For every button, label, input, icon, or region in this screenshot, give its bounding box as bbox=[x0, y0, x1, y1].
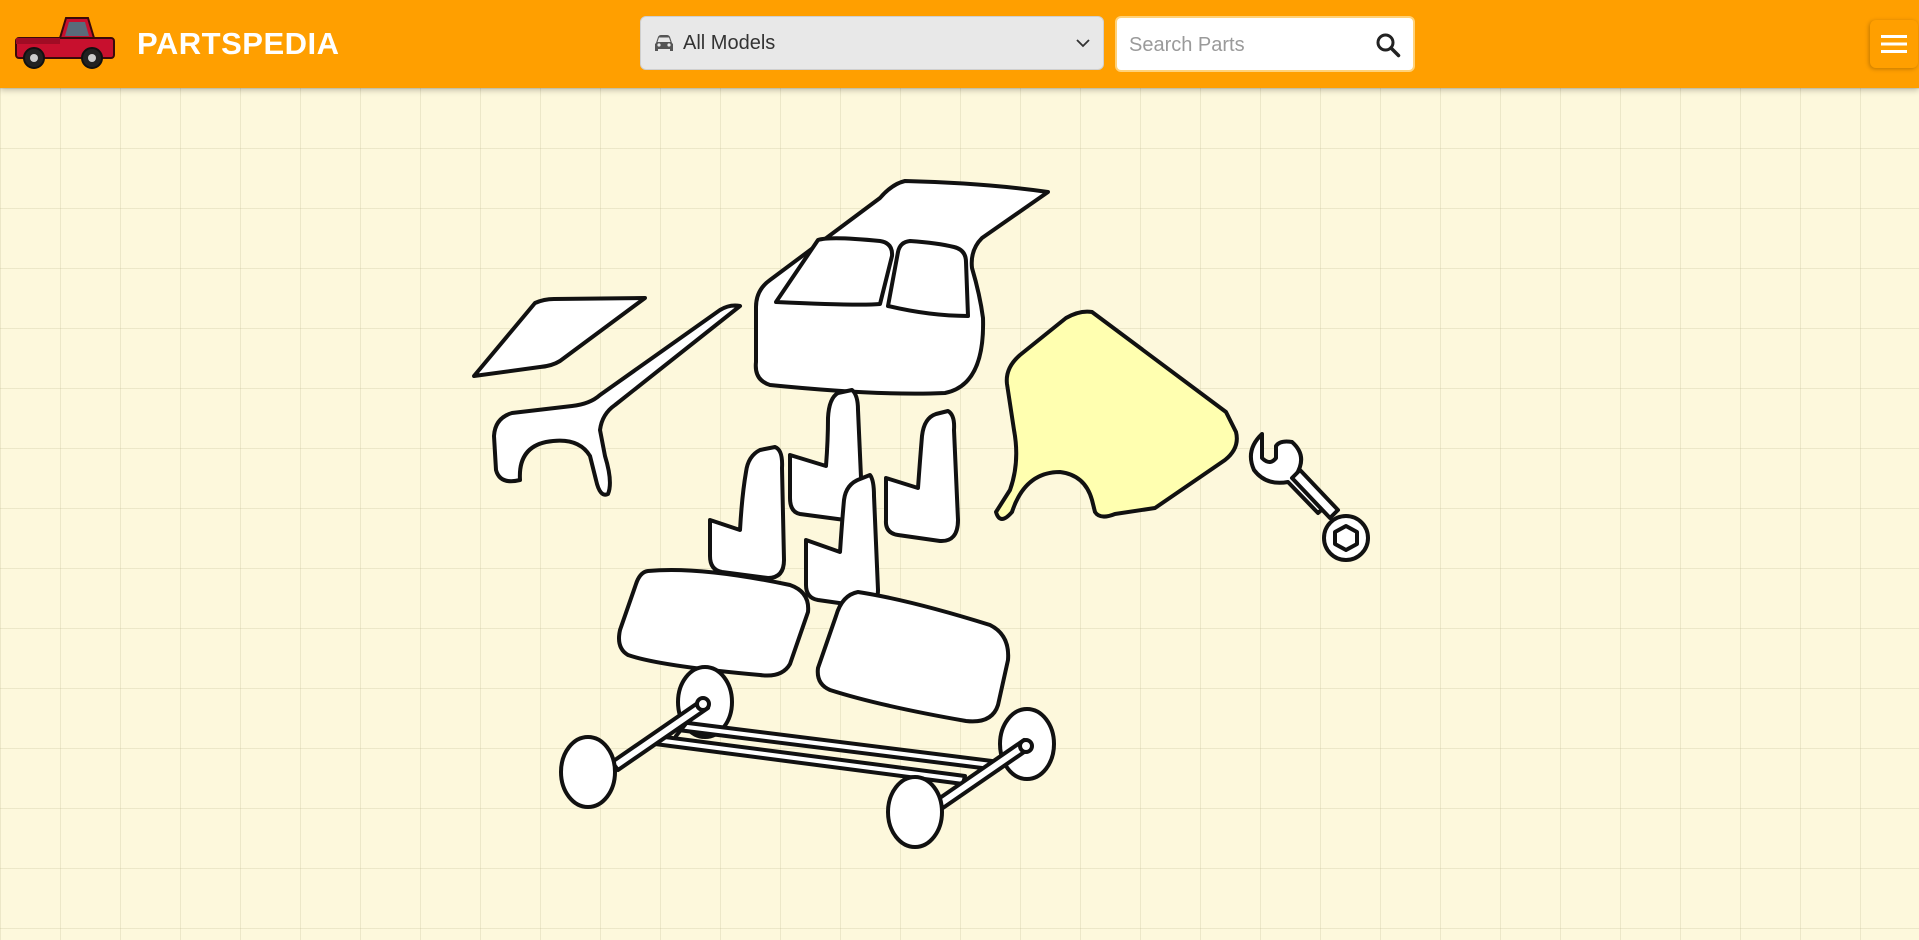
rear-seat-part[interactable] bbox=[815, 590, 1011, 724]
parts-diagram bbox=[472, 179, 1370, 849]
door-rear-right-part[interactable] bbox=[883, 409, 960, 544]
search-input[interactable] bbox=[1127, 28, 1361, 62]
hood-part[interactable] bbox=[472, 296, 647, 378]
front-seat-part[interactable] bbox=[617, 568, 811, 678]
menu-button[interactable] bbox=[1870, 20, 1918, 68]
model-select-value: All Models bbox=[683, 32, 776, 54]
search-box bbox=[1115, 16, 1415, 72]
car-icon bbox=[655, 35, 673, 51]
pickup-truck-icon[interactable] bbox=[14, 12, 116, 70]
rear-quarter-panel-part[interactable] bbox=[994, 309, 1239, 521]
door-rear-left-part[interactable] bbox=[708, 445, 786, 580]
cabin-roof-part[interactable] bbox=[753, 179, 1050, 396]
search-icon[interactable] bbox=[1375, 32, 1401, 58]
brand-title[interactable]: PARTSPEDIA bbox=[137, 26, 340, 62]
chevron-down-icon bbox=[1076, 39, 1090, 48]
model-select[interactable]: All Models bbox=[640, 16, 1104, 70]
hamburger-menu-icon bbox=[1881, 35, 1907, 53]
top-app-bar: PARTSPEDIA All Models bbox=[0, 0, 1919, 88]
wrench-icon[interactable] bbox=[1248, 432, 1370, 562]
